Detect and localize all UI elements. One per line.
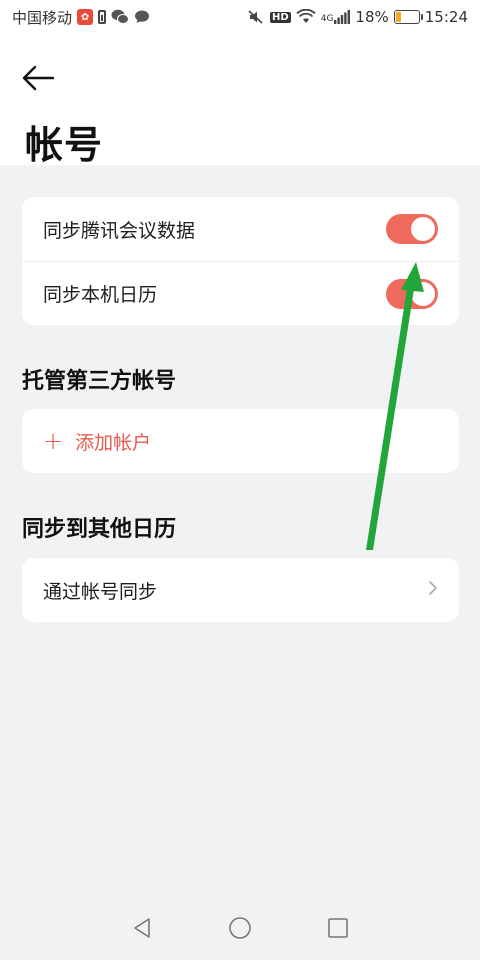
wechat-icon — [111, 9, 130, 25]
network-type: 4G — [320, 14, 334, 24]
battery-icon — [393, 10, 423, 24]
sync-other-section-title: 同步到其他日历 — [22, 517, 177, 542]
toggle-knob — [411, 281, 435, 306]
third-party-card: + 添加帐户 — [22, 409, 459, 473]
wifi-icon — [296, 9, 316, 25]
sync-local-calendar-toggle[interactable] — [386, 278, 438, 309]
add-account-label: 添加帐户 — [75, 431, 152, 454]
third-party-section-title: 托管第三方帐号 — [22, 369, 177, 394]
circle-home-icon[interactable] — [228, 916, 252, 944]
signal-icon — [334, 10, 351, 24]
sync-via-account-label: 通过帐号同步 — [43, 580, 158, 603]
triangle-back-icon[interactable] — [131, 917, 153, 943]
carrier-name: 中国移动 — [12, 8, 73, 27]
page-header: 帐号 — [0, 34, 480, 167]
battery-percent: 18% — [355, 8, 389, 26]
back-arrow-icon — [22, 65, 55, 95]
clock: 15:24 — [424, 8, 468, 26]
square-recent-icon[interactable] — [327, 917, 349, 943]
sync-local-calendar-row: 同步本机日历 — [22, 261, 459, 325]
toggle-knob — [411, 217, 435, 241]
charging-notification-icon — [98, 10, 107, 24]
status-bar: 中国移动 ✿ HD 4G 18% 15:24 — [0, 0, 480, 34]
sync-via-account-row[interactable]: 通过帐号同步 — [22, 558, 459, 622]
mute-icon — [247, 9, 265, 25]
sync-tencent-meeting-toggle[interactable] — [386, 214, 438, 244]
add-account-button[interactable]: + 添加帐户 — [22, 409, 459, 473]
sync-tencent-meeting-label: 同步腾讯会议数据 — [43, 219, 196, 242]
message-icon — [134, 9, 150, 25]
hd-badge: HD — [270, 11, 291, 23]
sync-tencent-meeting-row: 同步腾讯会议数据 — [22, 197, 459, 261]
app-notification-icon: ✿ — [77, 9, 94, 25]
plus-icon: + — [43, 427, 64, 455]
system-nav-bar — [0, 900, 480, 960]
page-title: 帐号 — [25, 123, 104, 167]
sync-local-calendar-label: 同步本机日历 — [43, 284, 158, 306]
back-button[interactable] — [18, 62, 58, 98]
status-bar-left: 中国移动 ✿ — [12, 7, 150, 28]
chevron-right-icon — [428, 579, 438, 601]
sync-other-card: 通过帐号同步 — [22, 558, 459, 622]
status-bar-right: HD 4G 18% 15:24 — [247, 8, 468, 26]
sync-settings-card: 同步腾讯会议数据 同步本机日历 — [22, 197, 459, 325]
